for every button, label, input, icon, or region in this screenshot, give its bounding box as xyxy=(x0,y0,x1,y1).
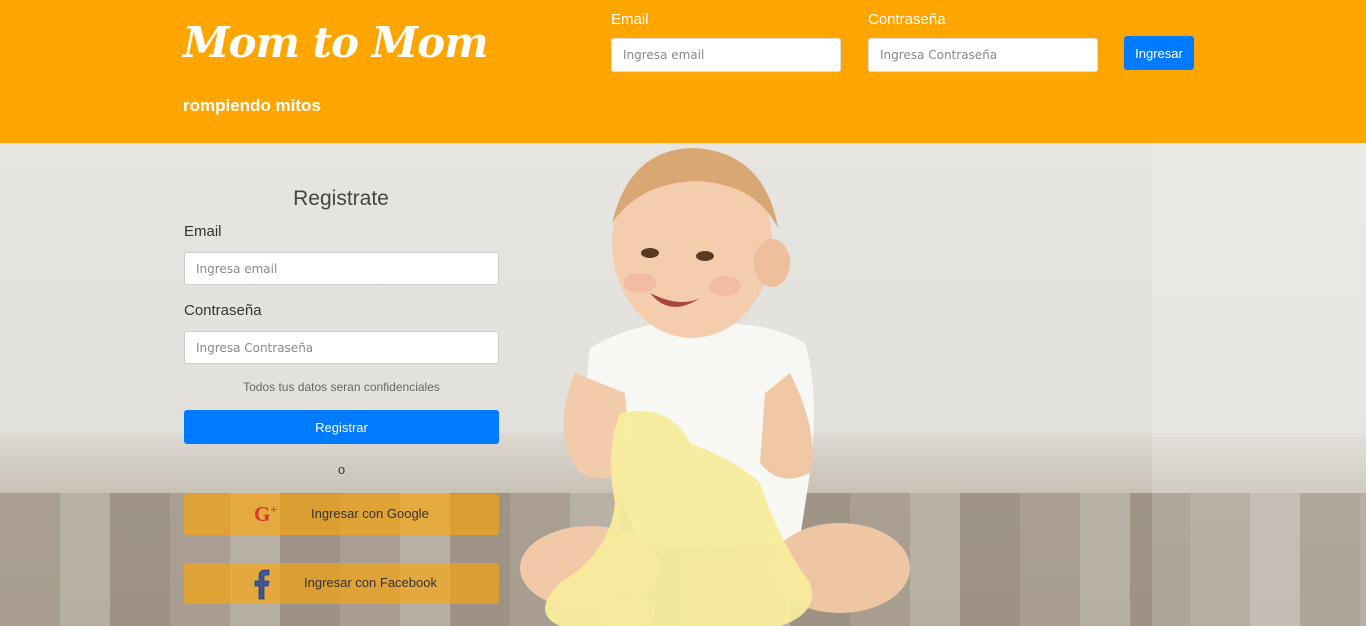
facebook-icon xyxy=(254,569,270,600)
top-header: Mom to Mom rompiendo mitos Email Contras… xyxy=(0,0,1366,143)
register-email-label: Email xyxy=(184,223,222,240)
google-login-button[interactable]: G+ Ingresar con Google xyxy=(184,494,499,535)
login-button[interactable]: Ingresar xyxy=(1124,36,1194,70)
google-login-label: Ingresar con Google xyxy=(311,506,429,521)
brand-logo[interactable]: Mom to Mom xyxy=(183,18,489,67)
header-password-input[interactable] xyxy=(868,38,1098,72)
privacy-note: Todos tus datos seran confidenciales xyxy=(243,380,440,394)
header-email-label: Email xyxy=(611,11,649,28)
side-overlay xyxy=(1152,143,1366,626)
facebook-login-button[interactable]: Ingresar con Facebook xyxy=(184,563,499,604)
register-title: Registrate xyxy=(293,187,389,210)
tagline: rompiendo mitos xyxy=(183,96,321,115)
register-email-input[interactable] xyxy=(184,252,499,285)
header-email-input[interactable] xyxy=(611,38,841,72)
baby-photo xyxy=(520,148,910,626)
register-password-input[interactable] xyxy=(184,331,499,364)
facebook-login-label: Ingresar con Facebook xyxy=(304,575,437,590)
google-plus-icon: G+ xyxy=(254,502,278,526)
header-password-label: Contraseña xyxy=(868,11,946,28)
register-password-label: Contraseña xyxy=(184,302,262,319)
or-separator: o xyxy=(337,462,346,477)
register-button[interactable]: Registrar xyxy=(184,410,499,444)
